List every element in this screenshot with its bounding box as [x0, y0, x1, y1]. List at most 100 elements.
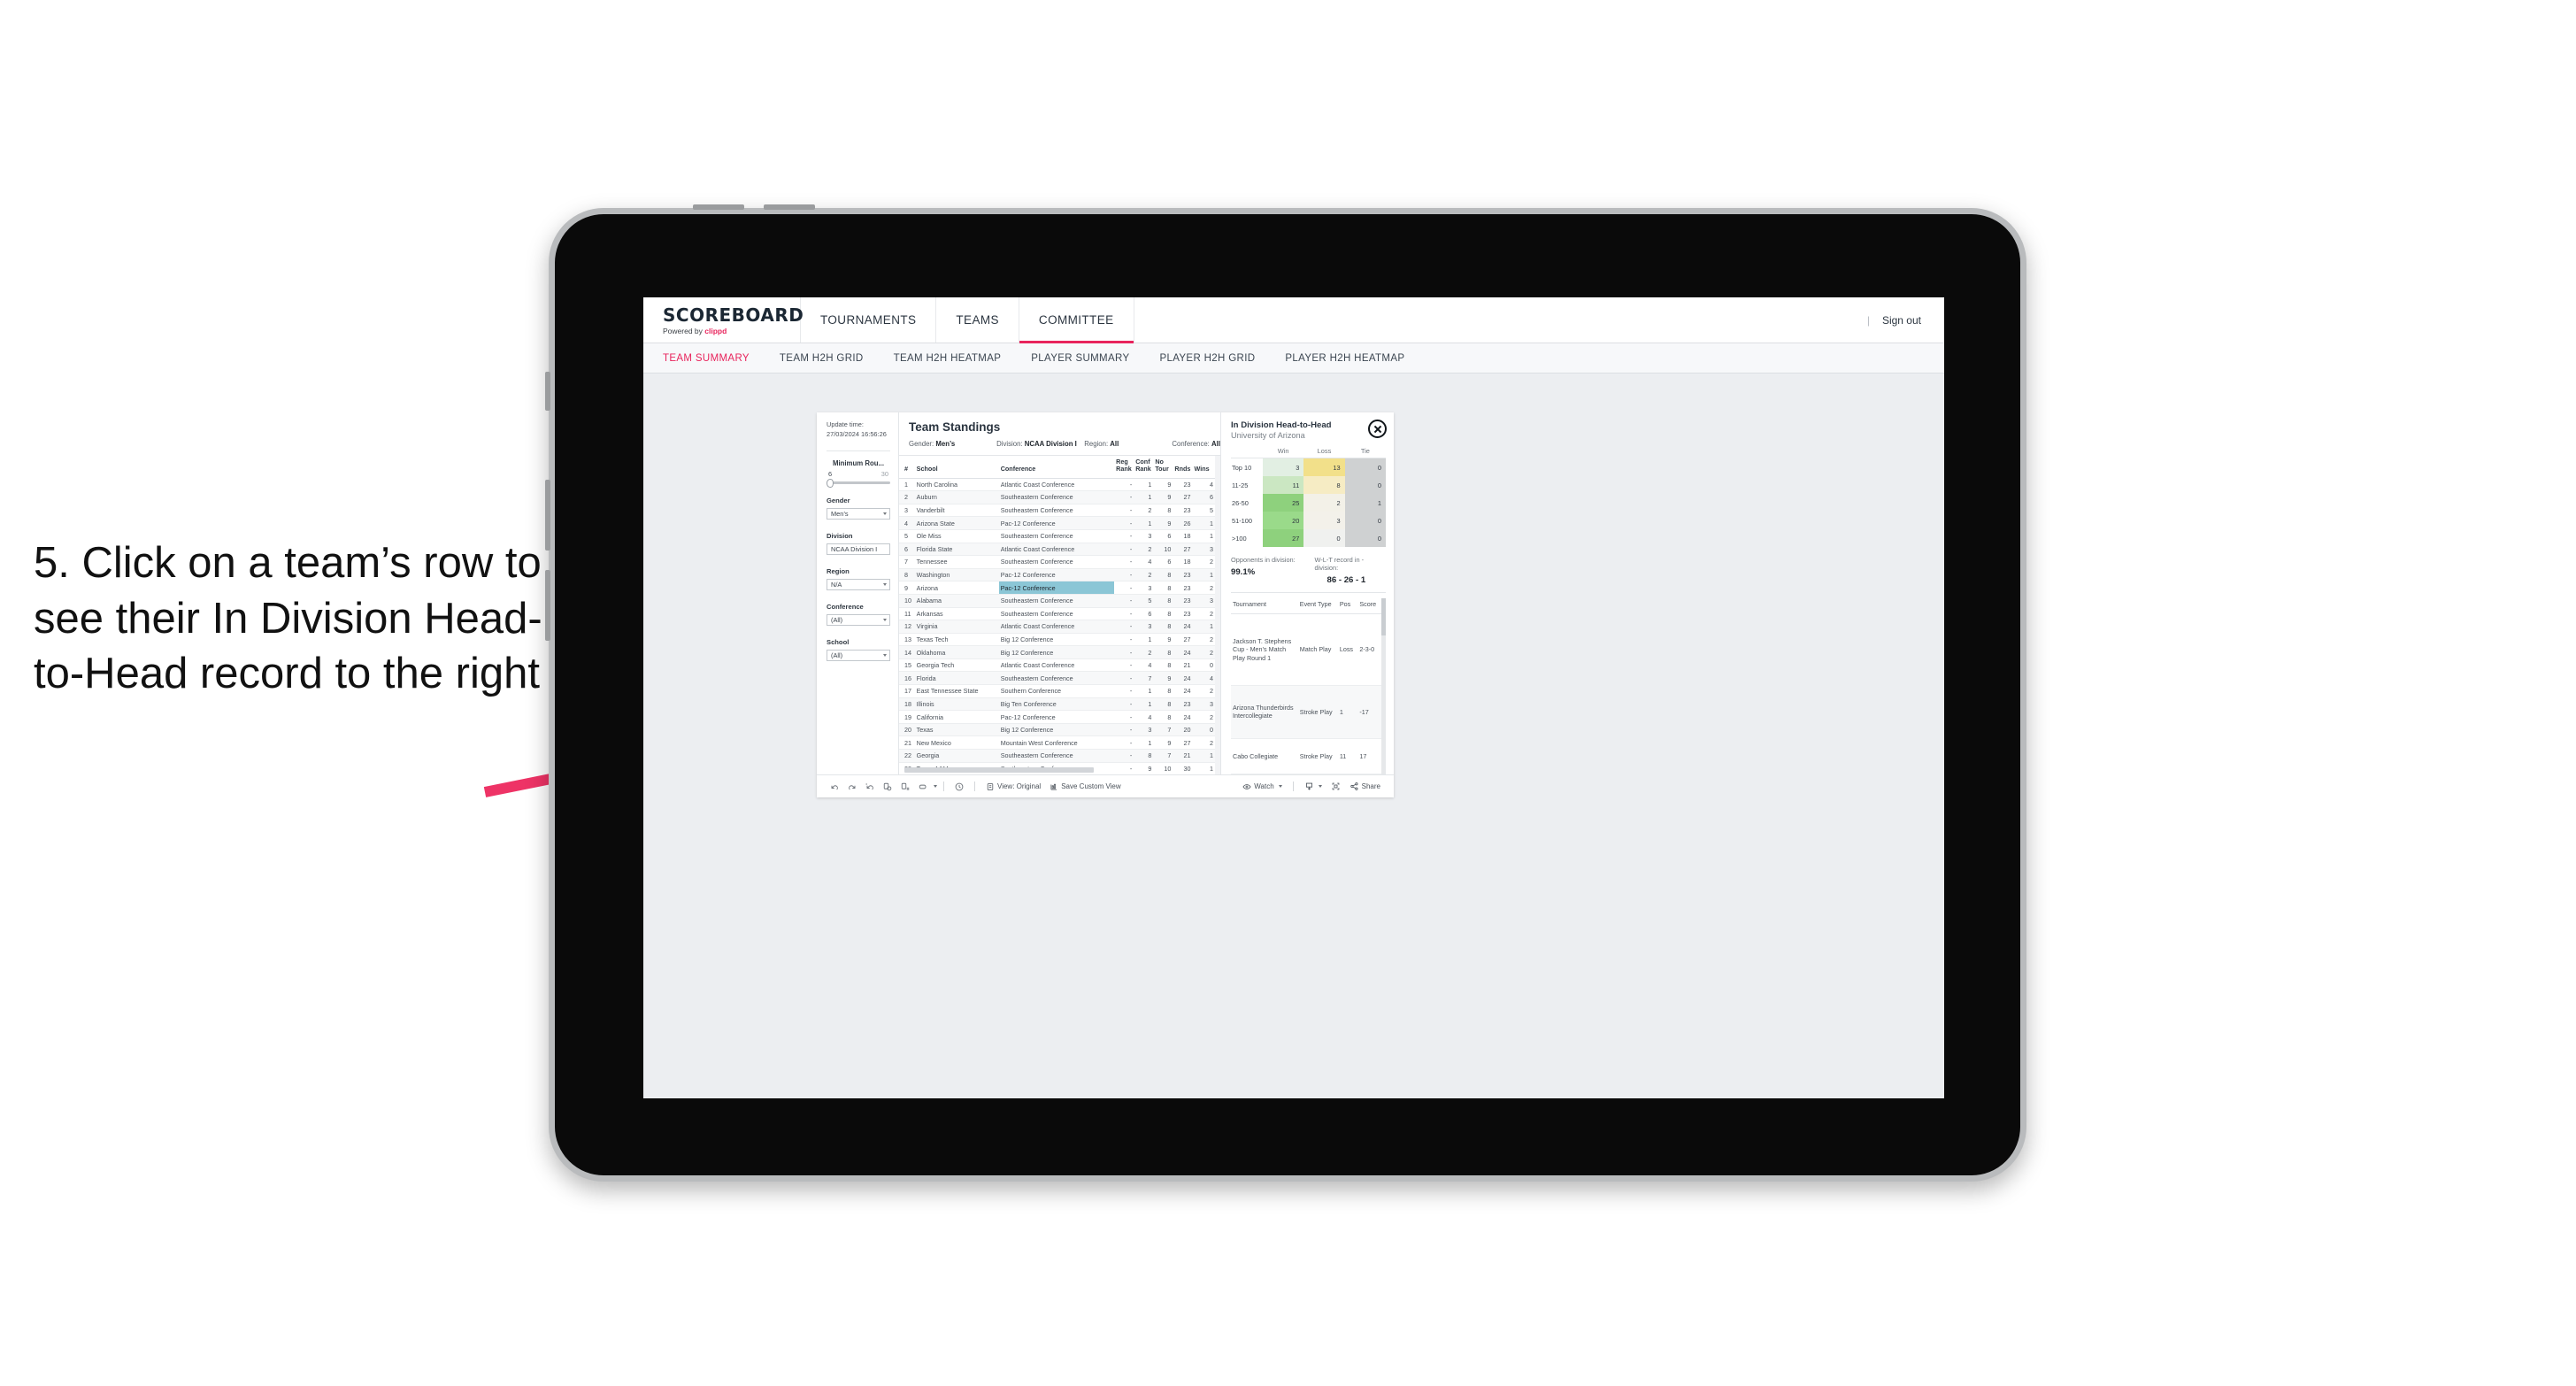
- cell-reg-rank: -: [1114, 762, 1134, 774]
- filter-conference-select[interactable]: (All): [827, 614, 890, 627]
- brand-logo[interactable]: SCOREBOARD Powered by clippd: [643, 297, 804, 343]
- col-no-tour[interactable]: No Tour: [1153, 456, 1173, 479]
- cell-wins: 1: [1192, 762, 1215, 774]
- cell-rank: 6: [899, 543, 915, 557]
- table-row[interactable]: 21 New Mexico Mountain West Conference -1 9 2…: [899, 735, 1215, 751]
- table-row[interactable]: 16 Florida Southeastern Conference -7 9 24 4: [899, 671, 1215, 686]
- table-row[interactable]: 5 Ole Miss Southeastern Conference -3 6 18 1: [899, 529, 1215, 543]
- close-icon[interactable]: [1368, 420, 1387, 438]
- tab-player-h2h-heatmap[interactable]: PLAYER H2H HEATMAP: [1285, 353, 1404, 364]
- table-row[interactable]: 3 Vanderbilt Southeastern Conference -2 8 23 5: [899, 504, 1215, 518]
- meta-region-value: All: [1110, 440, 1119, 448]
- cell-school: Florida: [914, 671, 999, 686]
- undo-icon[interactable]: [826, 779, 843, 795]
- cell-school: Virginia: [914, 620, 999, 634]
- col-reg-rank[interactable]: Reg Rank: [1114, 456, 1134, 479]
- table-row[interactable]: 13 Texas Tech Big 12 Conference -1 9 27 2: [899, 633, 1215, 647]
- filter-gender-select[interactable]: Men’s: [827, 508, 890, 520]
- tab-player-summary[interactable]: PLAYER SUMMARY: [1031, 353, 1129, 364]
- fullscreen-button[interactable]: [1326, 782, 1345, 791]
- table-row[interactable]: 19 California Pac-12 Conference -4 8 24 2: [899, 710, 1215, 724]
- filter-region-select[interactable]: N/A: [827, 579, 890, 591]
- table-row[interactable]: 12 Virginia Atlantic Coast Conference -3 8 24…: [899, 620, 1215, 634]
- tab-team-h2h-heatmap[interactable]: TEAM H2H HEATMAP: [894, 353, 1002, 364]
- nav-item-committee[interactable]: COMMITTEE: [1019, 297, 1134, 343]
- col-wins[interactable]: Wins: [1192, 456, 1215, 479]
- col-school[interactable]: School: [914, 456, 999, 479]
- chevron-down-icon[interactable]: [1278, 785, 1282, 788]
- view-original-button[interactable]: View: Original: [981, 782, 1045, 791]
- col-rank[interactable]: #: [899, 456, 915, 479]
- minimum-rounds-slider[interactable]: [827, 479, 890, 488]
- col-conference[interactable]: Conference: [998, 456, 1115, 479]
- cell-school: Florida State: [914, 543, 999, 557]
- chevron-down-icon[interactable]: [1318, 785, 1322, 788]
- device-side-button-1: [545, 372, 550, 411]
- col-pos: Pos: [1337, 598, 1358, 614]
- cell-rank: 13: [899, 633, 915, 647]
- table-row[interactable]: 14 Oklahoma Big 12 Conference -2 8 24 2: [899, 645, 1215, 659]
- table-row[interactable]: 11 Arkansas Southeastern Conference -6 8 23 2: [899, 607, 1215, 621]
- cell-no-tour: 8: [1153, 710, 1173, 724]
- table-row[interactable]: 1 North Carolina Atlantic Coast Conference…: [899, 478, 1215, 492]
- cell-school: Arizona State: [914, 516, 999, 530]
- table-row[interactable]: 15 Georgia Tech Atlantic Coast Conference -…: [899, 658, 1215, 673]
- share-label: Share: [1361, 782, 1380, 790]
- table-row[interactable]: 20 Texas Big 12 Conference -3 7 20 0: [899, 723, 1215, 737]
- share-button[interactable]: Share: [1345, 782, 1385, 791]
- redo-icon[interactable]: [843, 779, 861, 795]
- table-row[interactable]: 10 Alabama Southeastern Conference -5 8 23 3: [899, 594, 1215, 608]
- table-row[interactable]: 8 Washington Pac-12 Conference -2 8 23 1: [899, 568, 1215, 582]
- device-layout-icon[interactable]: [914, 779, 932, 795]
- cell-pos: 11: [1337, 738, 1358, 774]
- device-volume-down-button: [545, 570, 550, 641]
- cell-rank: 10: [899, 594, 915, 608]
- toolbar-divider-3: [1292, 782, 1294, 791]
- table-row[interactable]: 22 Georgia Southeastern Conference -8 7 21 1: [899, 749, 1215, 763]
- table-row[interactable]: 7 Tennessee Southeastern Conference -4 6 18 2: [899, 555, 1215, 569]
- pause-updates-icon[interactable]: [896, 779, 914, 795]
- table-row[interactable]: 6 Florida State Atlantic Coast Conference -…: [899, 543, 1215, 557]
- stat-wlt-record: W-L-T record in -division: 86 - 26 - 1: [1303, 556, 1387, 585]
- chevron-down-icon[interactable]: [934, 785, 937, 788]
- col-conf-rank[interactable]: Conf Rank: [1134, 456, 1154, 479]
- cell-rank: 1: [899, 478, 915, 492]
- watch-button[interactable]: Watch: [1238, 782, 1286, 791]
- tournament-list-wrap: Tournament Event Type Pos Score Jackson …: [1231, 598, 1386, 774]
- table-row[interactable]: 9 Arizona Pac-12 Conference -3 8 23 2: [899, 581, 1215, 595]
- nav-item-teams[interactable]: TEAMS: [936, 297, 1019, 343]
- filter-school-select[interactable]: (All): [827, 650, 890, 662]
- cell-conf-rank: 4: [1134, 710, 1154, 724]
- sign-out-link[interactable]: Sign out: [1882, 314, 1921, 327]
- stat-opponents-label: Opponents in division:: [1231, 556, 1296, 564]
- table-row[interactable]: 4 Arizona State Pac-12 Conference -1 9 26 1: [899, 516, 1215, 530]
- refresh-data-icon[interactable]: [879, 779, 896, 795]
- tab-team-summary[interactable]: TEAM SUMMARY: [663, 353, 750, 364]
- cell-school: Auburn: [914, 490, 999, 504]
- cell-conf-rank: 1: [1134, 490, 1154, 504]
- tournament-row[interactable]: Arizona Thunderbirds Intercollegiate Stro…: [1231, 685, 1381, 740]
- save-custom-view-button[interactable]: Save Custom View: [1045, 782, 1125, 791]
- cell-no-tour: 8: [1153, 645, 1173, 659]
- table-row[interactable]: 18 Illinois Big Ten Conference -1 8 23 3: [899, 697, 1215, 712]
- slider-thumb[interactable]: [827, 479, 834, 488]
- tournament-row[interactable]: Cabo Collegiate Stroke Play 11 17: [1231, 738, 1381, 774]
- table-row[interactable]: 2 Auburn Southeastern Conference -1 9 27 6: [899, 490, 1215, 504]
- col-rnds[interactable]: Rnds: [1173, 456, 1193, 479]
- nav-item-tournaments[interactable]: TOURNAMENTS: [801, 297, 937, 343]
- table-row[interactable]: 17 East Tennessee State Southern Conferenc…: [899, 684, 1215, 698]
- horizontal-scrollbar[interactable]: [904, 767, 1095, 773]
- filter-division-select[interactable]: NCAA Division I: [827, 543, 890, 556]
- download-button[interactable]: [1300, 782, 1326, 791]
- h2h-cell-win: 11: [1263, 476, 1304, 494]
- tab-team-h2h-grid[interactable]: TEAM H2H GRID: [780, 353, 864, 364]
- tournament-row[interactable]: Jackson T. Stephens Cup - Men’s Match Pl…: [1231, 613, 1381, 686]
- tournament-tbody: Jackson T. Stephens Cup - Men’s Match Pl…: [1231, 613, 1381, 774]
- cell-rank: 5: [899, 529, 915, 543]
- h2h-col-tie: Tie: [1344, 446, 1386, 458]
- cell-wins: 3: [1192, 697, 1215, 712]
- tournament-scrollbar[interactable]: [1381, 598, 1386, 774]
- revert-icon[interactable]: [861, 779, 879, 795]
- tab-player-h2h-grid[interactable]: PLAYER H2H GRID: [1159, 353, 1255, 364]
- clock-icon[interactable]: [950, 779, 968, 795]
